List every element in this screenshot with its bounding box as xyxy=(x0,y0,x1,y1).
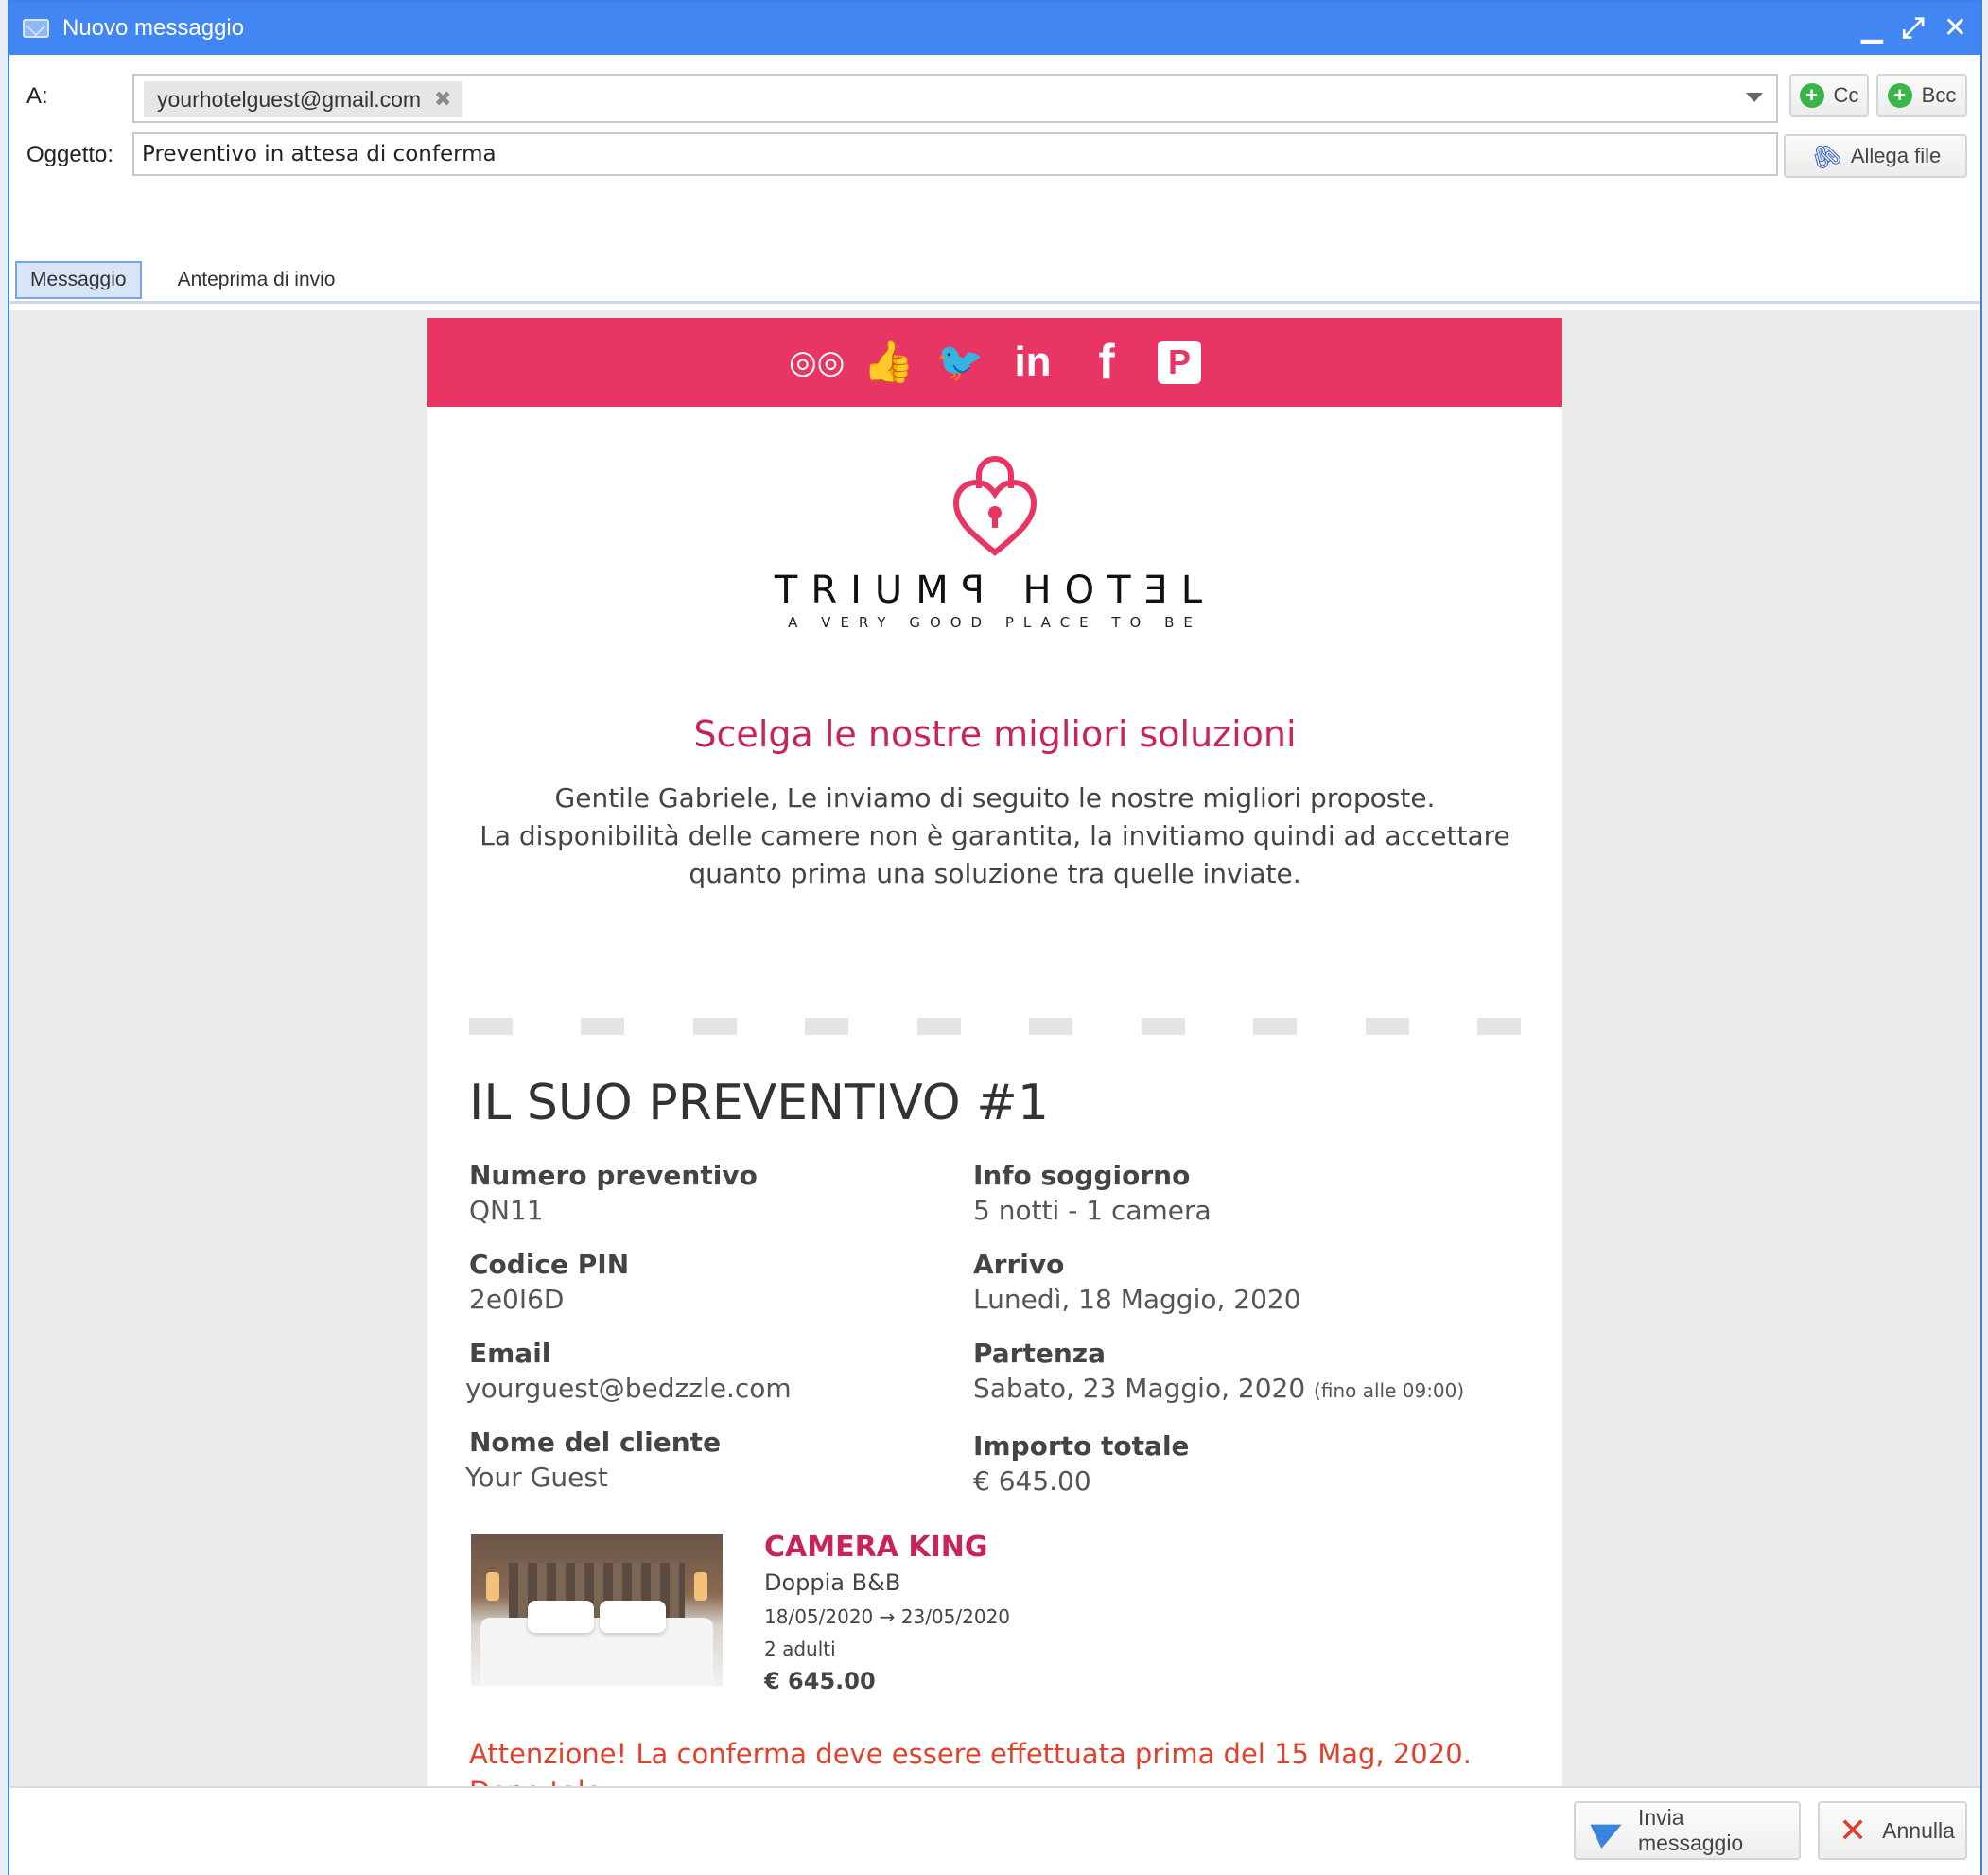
maximize-icon[interactable]: ⤢ xyxy=(1902,14,1925,43)
email-headline: Scelga le nostre migliori soluzioni xyxy=(693,713,1297,755)
info-block: Partenza Sabato, 23 Maggio, 2020 (fino a… xyxy=(973,1338,1464,1404)
tab-divider xyxy=(9,301,1980,304)
email-body: ◎◎ 👍 🐦 in f P TRIUMꟼ HOTƎL A VERY GOOD P… xyxy=(427,318,1562,1786)
to-field[interactable]: yourhotelguest@gmail.com ✖ xyxy=(132,74,1778,123)
linkedin-icon[interactable]: in xyxy=(1010,342,1055,383)
chevron-down-icon[interactable] xyxy=(1746,93,1763,102)
info-block: Nome del cliente Your Guest xyxy=(465,1427,722,1493)
info-value: 5 notti - 1 camera xyxy=(973,1195,1212,1226)
bcc-button[interactable]: + Bcc xyxy=(1876,74,1967,117)
minimize-icon[interactable]: ▁ xyxy=(1861,14,1883,43)
mail-icon xyxy=(23,19,49,38)
info-block: Codice PIN 2e0I6D xyxy=(469,1249,629,1315)
close-icon[interactable]: ✕ xyxy=(1944,14,1967,43)
pinterest-icon[interactable]: P xyxy=(1158,341,1201,384)
intro-line: Gentile Gabriele, Le inviamo di seguito … xyxy=(554,782,1436,814)
send-label: Invia messaggio xyxy=(1638,1805,1744,1855)
thumbs-up-icon[interactable]: 👍 xyxy=(863,342,915,383)
info-block: Importo totale € 645.00 xyxy=(973,1430,1190,1497)
paper-plane-icon xyxy=(1590,1812,1628,1849)
info-value: QN11 xyxy=(469,1195,544,1226)
hotel-logo: TRIUMꟼ HOTƎL A VERY GOOD PLACE TO BE xyxy=(427,450,1562,631)
info-block: Email yourguest@bedzzle.com xyxy=(465,1338,792,1404)
dashed-divider xyxy=(469,1018,1521,1035)
intro-text: Gentile Gabriele, Le inviamo di seguito … xyxy=(427,780,1562,893)
info-value: Your Guest xyxy=(465,1462,608,1493)
cc-button[interactable]: + Cc xyxy=(1789,74,1869,117)
send-button[interactable]: Invia messaggio xyxy=(1574,1801,1801,1860)
info-value: € 645.00 xyxy=(973,1465,1091,1497)
intro-line: La disponibilità delle camere non è gara… xyxy=(480,820,1510,851)
warning-text: Attenzione! La conferma deve essere effe… xyxy=(469,1738,1472,1786)
quote-title: IL SUO PREVENTIVO #1 xyxy=(469,1075,1049,1131)
editor-canvas[interactable]: ◎◎ 👍 🐦 in f P TRIUMꟼ HOTƎL A VERY GOOD P… xyxy=(9,310,1980,1786)
close-icon: ✕ xyxy=(1839,1811,1868,1849)
subject-input[interactable]: Preventivo in attesa di conferma xyxy=(132,132,1778,176)
info-label: Partenza xyxy=(973,1338,1106,1369)
room-dates: 18/05/2020 → 23/05/2020 xyxy=(764,1605,1011,1628)
cancel-label: Annulla xyxy=(1882,1817,1955,1843)
plus-icon: + xyxy=(1799,83,1824,108)
to-label: A: xyxy=(26,83,48,109)
info-block: Arrivo Lunedì, 18 Maggio, 2020 xyxy=(973,1249,1301,1315)
subject-label: Oggetto: xyxy=(26,142,114,167)
info-label: Importo totale xyxy=(973,1430,1190,1462)
cancel-button[interactable]: ✕ Annulla xyxy=(1818,1801,1967,1860)
tab-messaggio[interactable]: Messaggio xyxy=(15,261,142,299)
heart-lock-icon xyxy=(952,456,1038,556)
info-block: Numero preventivo QN11 xyxy=(469,1160,758,1226)
tab-anteprima[interactable]: Anteprima di invio xyxy=(165,263,349,297)
intro-line: quanto prima una soluzione tra quelle in… xyxy=(689,858,1301,889)
bcc-label: Bcc xyxy=(1921,83,1957,107)
cc-label: Cc xyxy=(1833,83,1859,107)
info-label: Email xyxy=(469,1338,551,1369)
room-type: Doppia B&B xyxy=(764,1569,901,1596)
info-label: Arrivo xyxy=(973,1249,1065,1280)
info-value: 2e0I6D xyxy=(469,1284,565,1315)
attach-file-label: Allega file xyxy=(1850,144,1942,167)
room-info: CAMERA KING Doppia B&B 18/05/2020 → 23/0… xyxy=(764,1531,1010,1694)
recipient-chip[interactable]: yourhotelguest@gmail.com ✖ xyxy=(144,81,463,117)
recipient-chip-label: yourhotelguest@gmail.com xyxy=(157,86,422,112)
info-label: Info soggiorno xyxy=(973,1160,1191,1191)
info-label: Numero preventivo xyxy=(469,1160,758,1191)
info-value: yourguest@bedzzle.com xyxy=(465,1373,792,1404)
room-photo xyxy=(471,1534,723,1686)
info-value: Sabato, 23 Maggio, 2020 (fino alle 09:00… xyxy=(973,1373,1464,1404)
hotel-tagline: A VERY GOOD PLACE TO BE xyxy=(788,614,1202,631)
plus-icon: + xyxy=(1887,83,1912,108)
room-price: € 645.00 xyxy=(764,1668,876,1694)
title-bar[interactable]: Nuovo messaggio ▁ ⤢ ✕ xyxy=(9,2,1980,55)
info-label: Codice PIN xyxy=(469,1249,630,1280)
compose-footer: Invia messaggio ✕ Annulla xyxy=(9,1786,1980,1875)
info-block: Info soggiorno 5 notti - 1 camera xyxy=(973,1160,1212,1226)
twitter-icon[interactable]: 🐦 xyxy=(936,343,984,381)
room-guests: 2 adulti xyxy=(764,1638,836,1660)
facebook-icon[interactable]: f xyxy=(1084,338,1129,387)
paperclip-icon: 🖇 xyxy=(1805,135,1846,176)
departure-date: Sabato, 23 Maggio, 2020 xyxy=(973,1373,1306,1404)
hotel-name: TRIUMꟼ HOTƎL xyxy=(774,569,1216,612)
compose-header: A: yourhotelguest@gmail.com ✖ + Cc + Bcc… xyxy=(9,55,1980,310)
social-bar: ◎◎ 👍 🐦 in f P xyxy=(427,318,1562,407)
window-title: Nuovo messaggio xyxy=(62,15,245,41)
compose-tabs: Messaggio Anteprima di invio xyxy=(15,261,348,299)
info-label: Nome del cliente xyxy=(469,1427,722,1458)
room-name: CAMERA KING xyxy=(764,1531,988,1564)
tripadvisor-icon[interactable]: ◎◎ xyxy=(789,346,845,378)
compose-window: Nuovo messaggio ▁ ⤢ ✕ A: yourhotelguest@… xyxy=(8,0,1982,1875)
info-value: Lunedì, 18 Maggio, 2020 xyxy=(973,1284,1301,1315)
remove-recipient-icon[interactable]: ✖ xyxy=(434,87,451,112)
attach-file-button[interactable]: 🖇 Allega file xyxy=(1784,134,1967,178)
departure-note: (fino alle 09:00) xyxy=(1314,1379,1465,1402)
